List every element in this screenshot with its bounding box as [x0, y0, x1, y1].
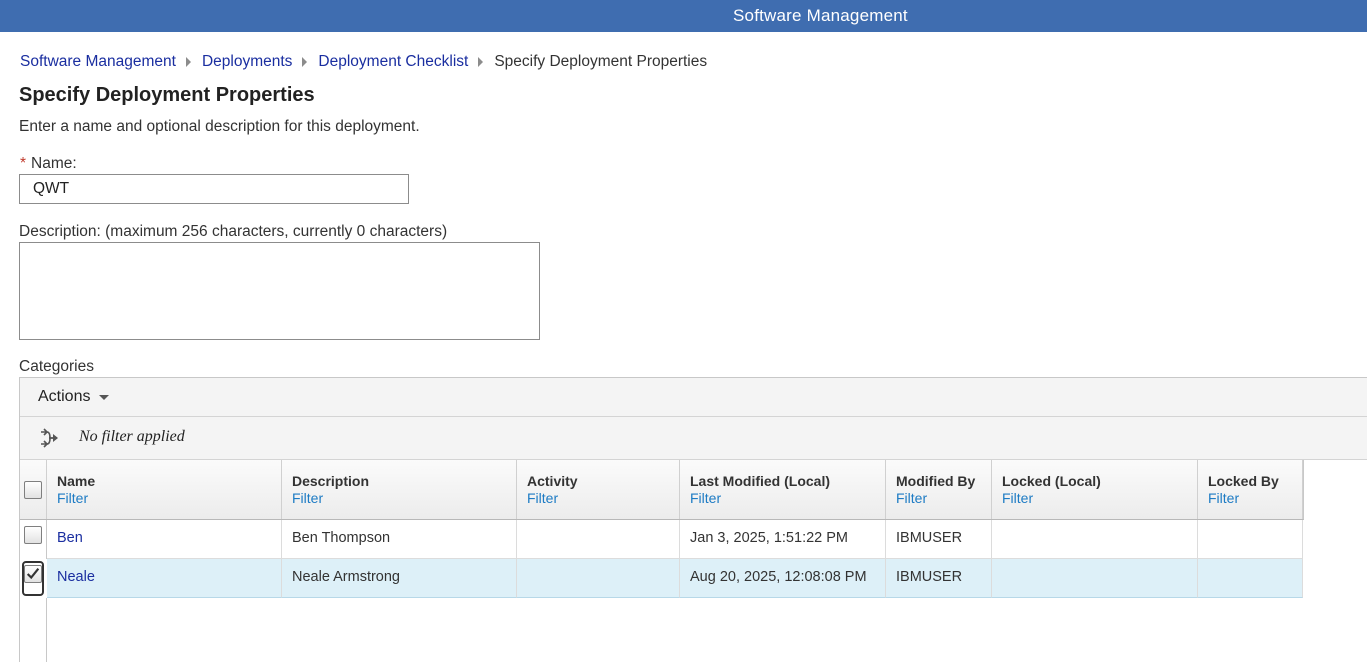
table-row[interactable]: Ben Ben Thompson Jan 3, 2025, 1:51:22 PM…	[20, 520, 1303, 559]
page-title: Specify Deployment Properties	[19, 84, 315, 106]
column-activity-filter[interactable]: Filter	[527, 490, 558, 506]
breadcrumb-separator-icon	[302, 57, 308, 67]
column-last-modified-filter[interactable]: Filter	[690, 490, 721, 506]
page-subtitle: Enter a name and optional description fo…	[19, 118, 420, 135]
categories-table: Actions No filter applied Name Filter De…	[19, 377, 1367, 662]
column-last-modified-title[interactable]: Last Modified (Local)	[690, 473, 830, 489]
filter-arrows-icon[interactable]	[38, 426, 62, 450]
column-modified-by-title[interactable]: Modified By	[896, 473, 975, 489]
column-last-modified[interactable]: Last Modified (Local) Filter	[680, 460, 886, 519]
column-name-filter[interactable]: Filter	[57, 490, 88, 506]
column-description[interactable]: Description Filter	[282, 460, 517, 519]
cell-locked-by	[1198, 520, 1303, 559]
cell-description: Ben Thompson	[282, 520, 517, 559]
row-name-link[interactable]: Ben	[57, 530, 83, 546]
actions-menu-button[interactable]: Actions	[38, 388, 110, 406]
cell-description: Neale Armstrong	[282, 559, 517, 598]
column-locked-by[interactable]: Locked By Filter	[1198, 460, 1303, 519]
column-locked-by-filter[interactable]: Filter	[1208, 490, 1239, 506]
header-select-cell	[20, 460, 47, 519]
table-row[interactable]: Neale Neale Armstrong Aug 20, 2025, 12:0…	[20, 559, 1303, 598]
column-modified-by[interactable]: Modified By Filter	[886, 460, 992, 519]
breadcrumb-current: Specify Deployment Properties	[494, 53, 708, 70]
required-marker: *	[20, 155, 27, 172]
select-all-checkbox[interactable]	[24, 481, 42, 499]
cell-last-modified: Aug 20, 2025, 12:08:08 PM	[680, 559, 886, 598]
cell-locked	[992, 520, 1198, 559]
name-label: * Name:	[20, 155, 77, 173]
row-checkbox[interactable]	[24, 565, 42, 583]
cell-activity	[517, 559, 680, 598]
column-locked[interactable]: Locked (Local) Filter	[992, 460, 1198, 519]
categories-label: Categories	[19, 358, 94, 375]
breadcrumb-separator-icon	[185, 57, 191, 67]
breadcrumb-deployments[interactable]: Deployments	[202, 53, 292, 71]
cell-modified-by: IBMUSER	[886, 520, 992, 559]
actions-label: Actions	[38, 388, 91, 405]
description-textarea[interactable]	[19, 242, 540, 340]
filter-status: No filter applied	[79, 428, 185, 445]
cell-modified-by: IBMUSER	[886, 559, 992, 598]
table-header-row: Name Filter Description Filter Activity …	[20, 460, 1304, 520]
name-input[interactable]	[19, 174, 409, 204]
row-select-cell	[20, 559, 47, 598]
column-description-filter[interactable]: Filter	[292, 490, 323, 506]
description-label: Description: (maximum 256 characters, cu…	[19, 223, 448, 240]
column-activity-title[interactable]: Activity	[527, 473, 578, 489]
app-header: Software Management	[0, 0, 1367, 32]
cell-locked-by	[1198, 559, 1303, 598]
breadcrumb-deployment-checklist[interactable]: Deployment Checklist	[318, 53, 468, 71]
column-locked-filter[interactable]: Filter	[1002, 490, 1033, 506]
cell-last-modified: Jan 3, 2025, 1:51:22 PM	[680, 520, 886, 559]
breadcrumb-software-management[interactable]: Software Management	[20, 53, 176, 71]
caret-down-icon	[99, 394, 110, 400]
column-modified-by-filter[interactable]: Filter	[896, 490, 927, 506]
checkmark-icon	[26, 568, 40, 580]
row-name-link[interactable]: Neale	[57, 569, 95, 585]
column-activity[interactable]: Activity Filter	[517, 460, 680, 519]
column-name-title[interactable]: Name	[57, 473, 95, 489]
cell-name: Neale	[47, 559, 282, 598]
column-name[interactable]: Name Filter	[47, 460, 282, 519]
cell-name: Ben	[47, 520, 282, 559]
column-locked-title[interactable]: Locked (Local)	[1002, 473, 1101, 489]
cell-activity	[517, 520, 680, 559]
app-title: Software Management	[733, 6, 908, 25]
name-label-text: Name:	[31, 155, 77, 172]
table-toolbar: Actions	[20, 378, 1367, 417]
row-checkbox[interactable]	[24, 526, 42, 544]
breadcrumb: Software Management Deployments Deployme…	[20, 53, 707, 71]
filter-bar: No filter applied	[20, 417, 1367, 460]
row-select-cell	[20, 520, 47, 559]
cell-locked	[992, 559, 1198, 598]
column-locked-by-title[interactable]: Locked By	[1208, 473, 1279, 489]
column-description-title[interactable]: Description	[292, 473, 369, 489]
breadcrumb-separator-icon	[478, 57, 484, 67]
